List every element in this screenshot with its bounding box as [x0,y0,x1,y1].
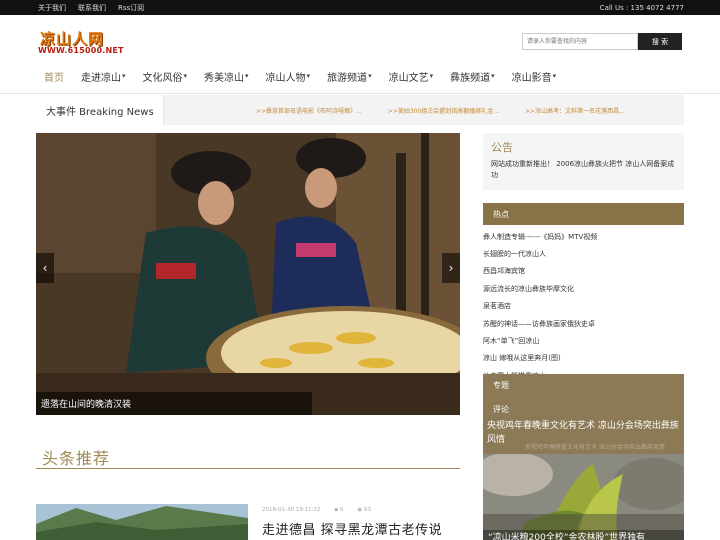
caret-down-icon: ▾ [429,72,434,80]
hot-list-item[interactable]: 源远流长的凉山彝族毕摩文化 [483,280,684,297]
caret-down-icon: ▾ [368,72,372,80]
about-us-link[interactable]: 关于我们 [38,3,66,13]
call-us-text: Call Us : 135 4072 4777 [599,3,684,12]
nav-item-label: 凉山影音 [511,72,552,84]
tab-special[interactable]: 专题 [493,380,509,391]
logo-url: WWW.615000.NET [38,46,124,55]
caret-down-icon: ▾ [183,72,188,80]
top-links: 关于我们 联系我们 Rss订阅 [38,0,144,15]
notice-text[interactable]: 网站成功重新推出！ 2006凉山彝族火把节 凉山人网备案成功 [491,159,676,181]
nav-item-media[interactable]: 凉山影音 ▾ [512,69,557,84]
caret-down-icon: ▾ [245,72,249,80]
section-divider [36,468,460,469]
nav-item-scenery[interactable]: 秀美凉山 ▾ [204,69,249,84]
thumbnail-photo [36,504,248,540]
image-slider[interactable]: ‹ › [36,133,460,415]
tab-comments[interactable]: 评论 [493,404,509,415]
contact-us-link[interactable]: 联系我们 [78,3,106,13]
hot-list-item[interactable]: 泉茗酒店 [483,298,684,315]
slider-prev-button[interactable]: ‹ [36,253,54,283]
feature-photo[interactable]: “凉山米粮200全校“金农林股”世界独有 [483,454,684,540]
nav-item-label: 走进凉山 [81,72,121,84]
search-input[interactable] [522,33,638,50]
hot-header: 热点 [483,203,684,225]
nav-item-label: 旅游频道 [327,72,368,84]
caret-down-icon: ▾ [122,72,126,80]
caret-down-icon: ▾ [491,72,495,80]
ticker-item[interactable]: >>彝族首部母语电影《布阿诗嘎薇》... [256,106,362,115]
notice-box: 公告 网站成功重新推出！ 2006凉山彝族火把节 凉山人网备案成功 [483,133,684,190]
nav-item-travel[interactable]: 旅游频道 ▾ [327,69,372,84]
nav-item-label: 凉山文艺 [388,72,429,84]
comment-count: ▪ 0 [334,507,343,513]
news-ticker: >>彝族首部母语电影《布阿诗嘎薇》... >>美姑300德古会盟划指高额婚嫁礼金… [256,95,684,125]
hot-list-item[interactable]: 长翅膀的一代凉山人 [483,245,684,262]
slider-next-button[interactable]: › [442,253,460,283]
caret-down-icon: ▾ [552,72,557,80]
nav-item-label: 首页 [44,72,64,84]
ticker-item[interactable]: >>美姑300德古会盟划指高额婚嫁礼金... [388,106,499,115]
nav-item-people[interactable]: 凉山人物 ▾ [266,69,311,84]
special-faint-text: 央视鸡年春晚重文化有艺术 凉山分会场突出彝族风情 [525,444,665,451]
comment-count-value: 0 [339,507,344,513]
nav-item-yi[interactable]: 彝族频道 ▾ [450,69,495,84]
search-form: 搜 索 [522,33,682,50]
hot-list-item[interactable]: 苏醒的神话——访彝族画家俄狄史卓 [483,315,684,332]
hot-list-item[interactable]: 西昌邛海宾馆 [483,263,684,280]
breaking-news-bar: 大事件 Breaking News >>彝族首部母语电影《布阿诗嘎薇》... >… [36,95,684,125]
nav-item-arts[interactable]: 凉山文艺 ▾ [389,69,434,84]
feature-caption: “凉山米粮200全校“金农林股”世界独有 [483,530,684,540]
hot-list-item[interactable]: 凉山 嫁哦从这里奔月(图) [483,350,684,367]
caret-down-icon: ▾ [306,72,311,80]
article-title[interactable]: 走进德昌 探寻黑龙潭古老传说 [262,519,442,538]
notice-title: 公告 [491,141,513,154]
top-bar: 关于我们 联系我们 Rss订阅 Call Us : 135 4072 4777 [0,0,720,15]
hot-list-item[interactable]: 彝人制造专辑------《妈妈》MTV视频 [483,228,684,245]
nav-item-enter-liangshan[interactable]: 走进凉山 ▾ [81,69,126,84]
article-thumbnail[interactable] [36,504,248,540]
nav-item-culture[interactable]: 文化风俗 ▾ [143,69,188,84]
main-nav: 首页 走进凉山 ▾ 文化风俗 ▾ 秀美凉山 ▾ 凉山人物 ▾ 旅游频道 ▾ 凉山文艺 ▾ 彝… [44,68,573,84]
hot-list: 彝人制造专辑------《妈妈》MTV视频 长翅膀的一代凉山人 西昌邛海宾馆 源… [483,228,684,378]
view-count: ◉ 63 [357,507,371,513]
nav-divider [0,93,720,94]
section-title: 头条推荐 [42,449,111,468]
view-count-value: 63 [363,507,371,513]
nav-item-label: 秀美凉山 [204,72,245,84]
search-button[interactable]: 搜 索 [638,33,682,50]
site-logo[interactable]: 凉山人网 WWW.615000.NET [38,30,126,56]
rss-link[interactable]: Rss订阅 [118,3,144,13]
breaking-news-label: 大事件 Breaking News [36,95,164,125]
article-meta: 2018-01-30 19:11:22 ▪ 0 ◉ 63 [262,507,371,513]
ticker-item[interactable]: >>凉山高考：文科第一名花落西昌... [525,106,625,115]
feature-photo-image [483,454,684,540]
nav-item-label: 彝族频道 [450,72,491,84]
nav-item-label: 凉山人物 [265,72,306,84]
special-panel: 专题 评论 央视鸡年春晚重文化有艺术 凉山分会场突出彝族风情 央视鸡年春晚重文化… [483,374,684,454]
article-date: 2018-01-30 19:11:22 [262,507,321,513]
nav-item-home[interactable]: 首页 [44,69,64,84]
slide-caption[interactable]: 遗落在山间的晚清汉装 [36,392,312,415]
hot-list-item[interactable]: 阿木“单飞”回凉山 [483,332,684,349]
nav-item-label: 文化风俗 [142,72,183,84]
slide-photo [36,133,460,415]
